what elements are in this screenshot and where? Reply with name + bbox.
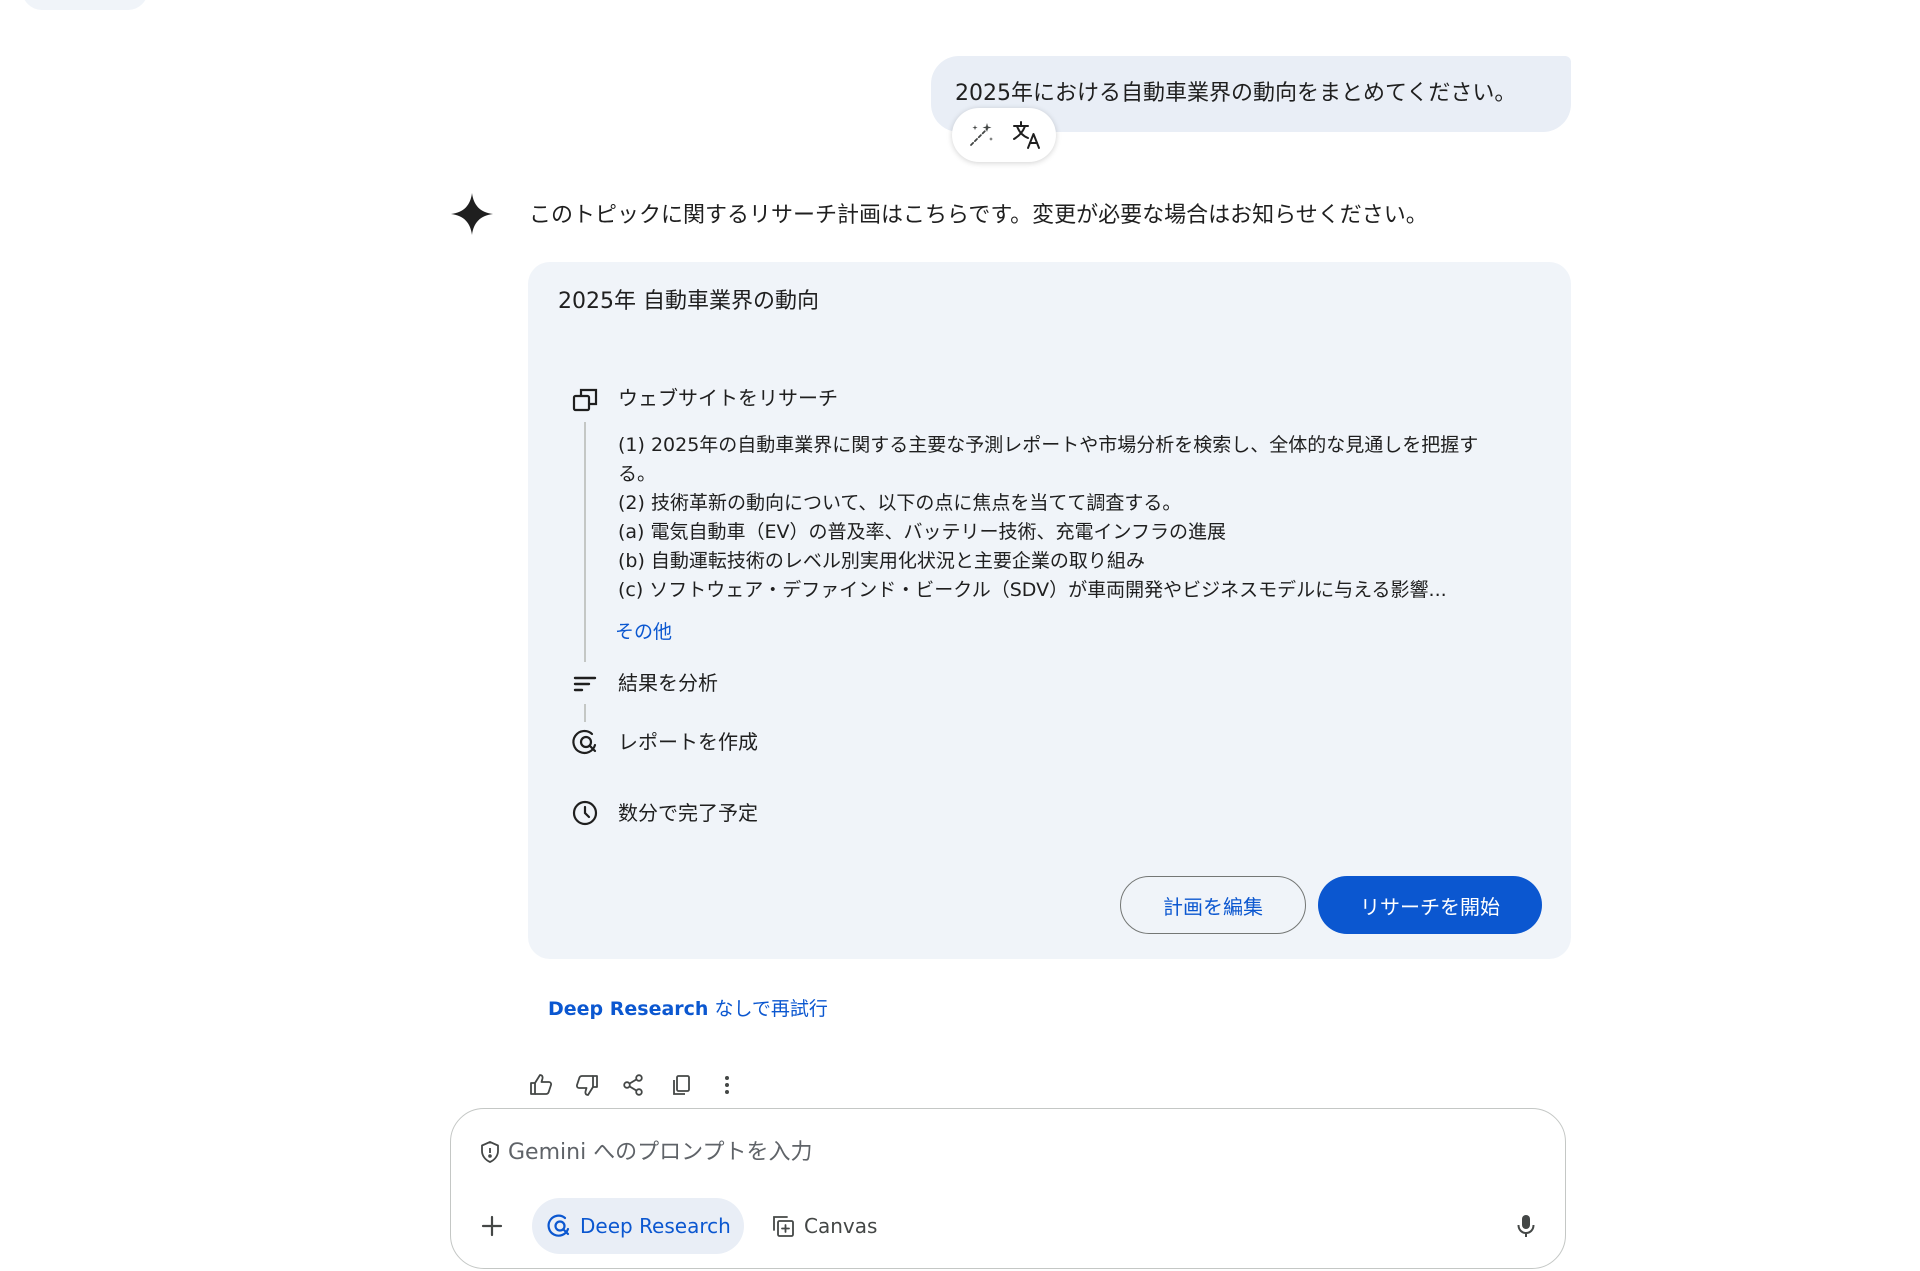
- step-label-analyze: 結果を分析: [618, 671, 718, 695]
- thumbs-down-icon[interactable]: [570, 1068, 604, 1102]
- step-connector: [584, 704, 586, 722]
- edit-plan-button[interactable]: 計画を編集: [1120, 876, 1306, 934]
- step-label-report: レポートを作成: [618, 730, 758, 754]
- retry-link-rest: なしで再試行: [708, 998, 828, 1020]
- research-plan-card: [528, 262, 1571, 959]
- show-more-link[interactable]: その他: [615, 617, 672, 647]
- plan-detail-line: (2) 技術革新の動向について、以下の点に焦点を当てて調査する。: [618, 492, 1182, 514]
- thumbs-up-icon[interactable]: [524, 1068, 558, 1102]
- step-label-time-estimate: 数分で完了予定: [618, 801, 758, 825]
- previous-message-chip: [22, 0, 148, 10]
- plan-detail-line: (b) 自動運転技術のレベル別実用化状況と主要企業の取り組み: [618, 550, 1145, 572]
- deep-research-chip[interactable]: Deep Research: [532, 1198, 744, 1254]
- clock-icon: [570, 798, 600, 828]
- copy-icon[interactable]: [664, 1068, 698, 1102]
- report-icon: [570, 727, 600, 757]
- prompt-input[interactable]: [508, 1134, 1508, 1170]
- plan-detail-line: (a) 電気自動車（EV）の普及率、バッテリー技術、充電インフラの進展: [618, 521, 1226, 543]
- web-research-icon: [570, 385, 600, 415]
- step-connector: [584, 422, 586, 662]
- magic-wand-icon[interactable]: [961, 115, 1001, 155]
- message-tools-popup: [952, 108, 1056, 162]
- plan-detail-line: (c) ソフトウェア・デファインド・ビークル（SDV）が車両開発やビジネスモデル…: [618, 579, 1447, 601]
- more-vert-icon[interactable]: [710, 1068, 744, 1102]
- plan-detail-line: (1) 2025年の自動車業界に関する主要な予測レポートや市場分析を検索し、全体…: [618, 434, 1479, 456]
- retry-without-deep-research-link[interactable]: Deep Research なしで再試行: [548, 994, 828, 1024]
- response-intro: このトピックに関するリサーチ計画はこちらです。変更が必要な場合はお知らせください…: [529, 203, 1428, 228]
- retry-link-strong: Deep Research: [548, 998, 709, 1020]
- step-label-web-research: ウェブサイトをリサーチ: [618, 386, 838, 410]
- shield-icon: [478, 1140, 502, 1164]
- start-research-button[interactable]: リサーチを開始: [1318, 876, 1542, 934]
- canvas-chip[interactable]: Canvas: [760, 1198, 896, 1254]
- translate-icon[interactable]: [1007, 115, 1047, 155]
- add-icon[interactable]: [474, 1208, 510, 1244]
- plan-detail-line: る。: [618, 463, 657, 485]
- deep-research-label: Deep Research: [580, 1214, 731, 1238]
- canvas-icon: [770, 1213, 796, 1239]
- gemini-spark-icon: [449, 191, 495, 237]
- canvas-label: Canvas: [804, 1214, 878, 1238]
- user-message-text: 2025年における自動車業界の動向をまとめてください。: [955, 81, 1517, 106]
- deep-research-icon: [546, 1213, 572, 1239]
- analyze-icon: [570, 669, 600, 699]
- share-icon[interactable]: [616, 1068, 650, 1102]
- microphone-icon[interactable]: [1508, 1208, 1544, 1244]
- plan-title: 2025年 自動車業界の動向: [558, 289, 819, 314]
